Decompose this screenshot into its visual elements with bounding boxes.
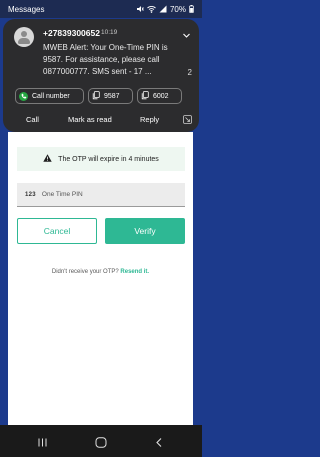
copy-icon xyxy=(141,90,149,102)
system-nav-bar xyxy=(0,425,202,457)
expand-reply-icon[interactable] xyxy=(183,115,192,126)
resend-link[interactable]: Resend it. xyxy=(120,269,149,275)
status-icons: 70% xyxy=(136,5,194,14)
reply-action[interactable]: Reply xyxy=(140,115,159,124)
battery-icon xyxy=(189,5,194,13)
message-count-badge: 2 xyxy=(187,68,192,77)
copy-code-chip-1[interactable]: 9587 xyxy=(88,88,133,104)
otp-input[interactable] xyxy=(41,191,162,198)
copy-code-chip-2[interactable]: 6002 xyxy=(137,88,182,104)
call-number-chip[interactable]: Call number xyxy=(15,88,84,104)
chevron-down-icon[interactable] xyxy=(182,27,191,45)
code-1-label: 9587 xyxy=(104,92,120,100)
mute-icon xyxy=(136,5,144,13)
call-number-label: Call number xyxy=(32,92,70,100)
resend-row: Didn't receive your OTP? Resend it. xyxy=(8,269,193,275)
wifi-icon xyxy=(147,5,156,13)
code-2-label: 6002 xyxy=(153,92,169,100)
warning-icon xyxy=(43,154,52,164)
numeric-keypad-icon: 123 xyxy=(25,191,36,198)
status-bar: Messages 70% xyxy=(0,0,202,18)
sms-notification[interactable]: +27839300652 10:19 MWEB Alert: Your One-… xyxy=(3,19,199,132)
home-icon[interactable] xyxy=(95,435,107,453)
avatar-icon xyxy=(14,27,34,47)
signal-icon xyxy=(159,5,167,13)
back-icon[interactable] xyxy=(154,435,164,453)
notification-actions: Call Mark as read Reply xyxy=(3,112,199,128)
notification-time: 10:19 xyxy=(101,29,118,36)
notification-message: MWEB Alert: Your One-Time PIN is 9587. F… xyxy=(43,43,168,76)
phone-icon xyxy=(19,91,28,101)
cancel-button[interactable]: Cancel xyxy=(17,218,97,244)
resend-prompt: Didn't receive your OTP? xyxy=(51,269,119,275)
mark-as-read-action[interactable]: Mark as read xyxy=(68,115,112,124)
notification-sender: +27839300652 xyxy=(43,28,100,38)
otp-input-field[interactable]: 123 xyxy=(17,183,185,207)
verify-button[interactable]: Verify xyxy=(105,218,185,244)
call-action[interactable]: Call xyxy=(26,115,39,124)
otp-expiry-text: The OTP will expire in 4 minutes xyxy=(58,155,159,163)
copy-icon xyxy=(92,90,100,102)
battery-text: 70% xyxy=(169,4,186,14)
recent-apps-icon[interactable] xyxy=(37,435,48,453)
smart-reply-chips: Call number 9587 6002 xyxy=(15,88,182,104)
otp-expiry-banner: The OTP will expire in 4 minutes xyxy=(17,147,185,171)
otp-card: The OTP will expire in 4 minutes 123 Can… xyxy=(8,132,193,425)
status-app-name: Messages xyxy=(8,4,45,14)
